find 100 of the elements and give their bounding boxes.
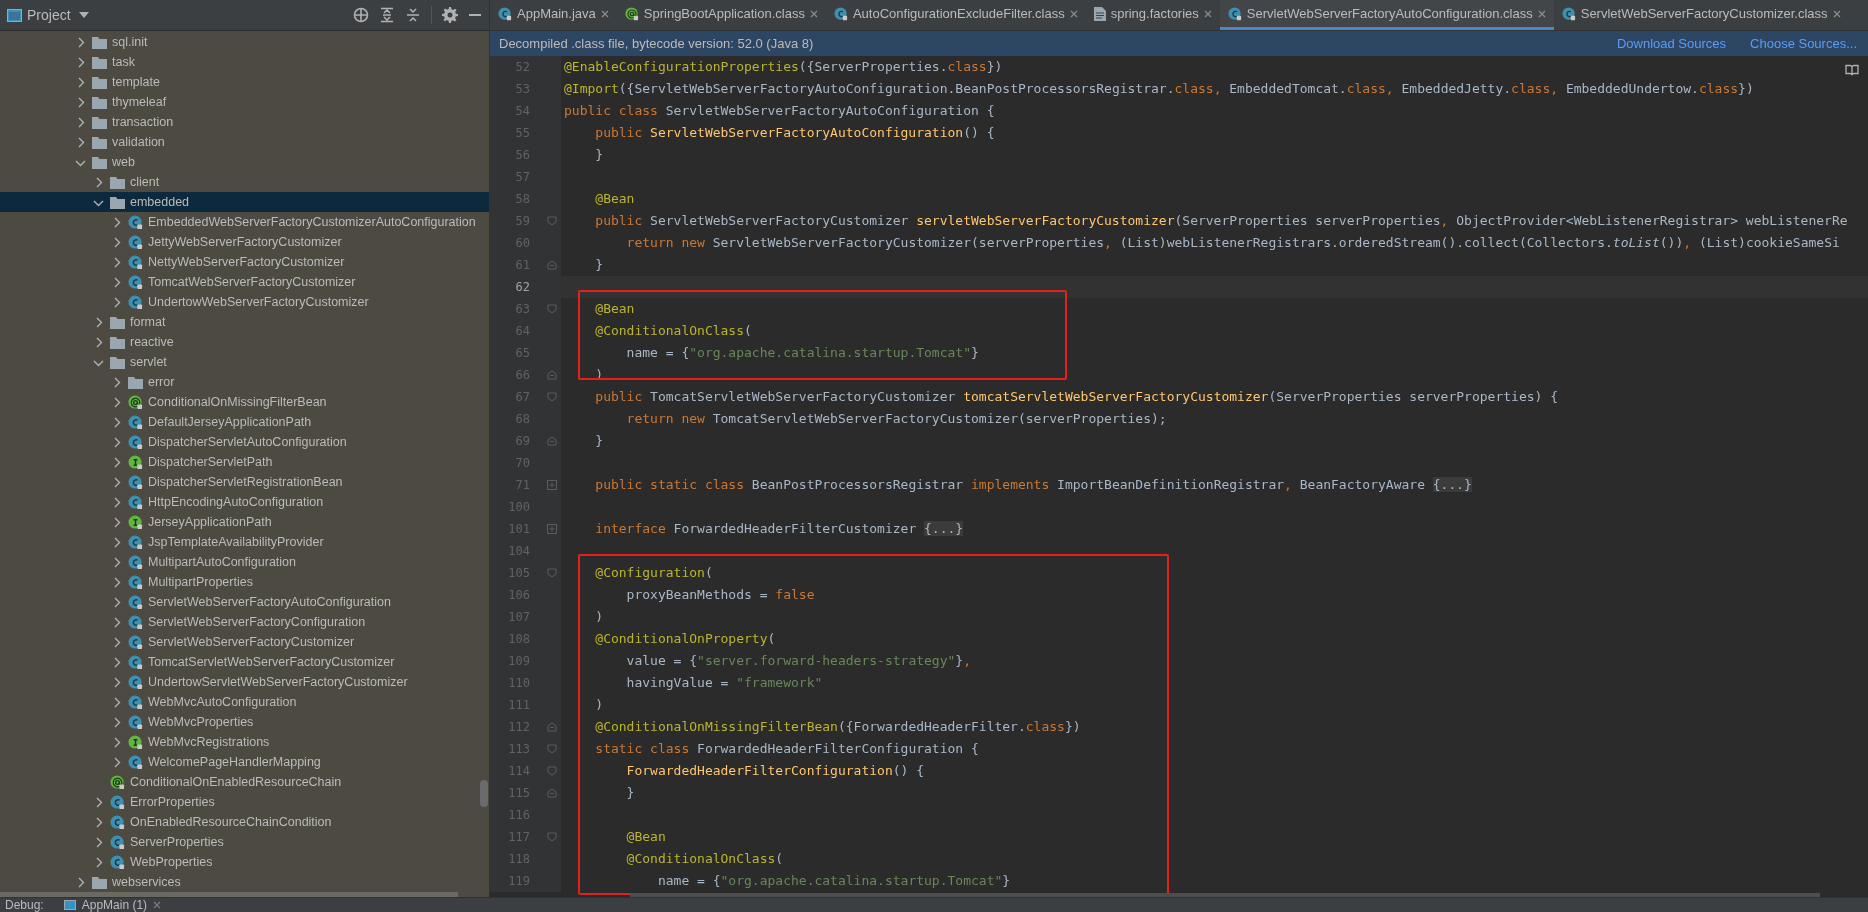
collapse-all-icon[interactable]	[405, 7, 421, 23]
folder-tree-item[interactable]: client	[0, 172, 489, 192]
close-icon[interactable]	[809, 9, 818, 18]
class-icon	[128, 434, 143, 450]
file-tree-item[interactable]: EmbeddedWebServerFactoryCustomizerAutoConfiguration	[0, 212, 489, 232]
file-tree-item[interactable]: WebMvcRegistrations	[0, 732, 489, 752]
class-icon	[110, 814, 125, 830]
class-icon	[128, 494, 143, 510]
folder-icon	[92, 55, 107, 69]
fold-marker-icon[interactable]	[547, 304, 557, 314]
expand-all-icon[interactable]	[379, 7, 395, 23]
file-tree-item[interactable]: ConditionalOnEnabledResourceChain	[0, 772, 489, 792]
file-tree-item[interactable]: OnEnabledResourceChainCondition	[0, 812, 489, 832]
file-tree-item[interactable]: DefaultJerseyApplicationPath	[0, 412, 489, 432]
scrollbar-thumb[interactable]	[480, 780, 488, 807]
folder-tree-item[interactable]: sql.init	[0, 32, 489, 52]
editor-tab[interactable]: ServletWebServerFactoryCustomizer.class	[1553, 0, 1849, 30]
close-icon[interactable]	[1537, 9, 1546, 18]
class-icon	[128, 634, 143, 650]
file-tree-item[interactable]: TomcatWebServerFactoryCustomizer	[0, 272, 489, 292]
file-tree-item[interactable]: JettyWebServerFactoryCustomizer	[0, 232, 489, 252]
folder-icon	[110, 355, 125, 369]
file-tree-item[interactable]: WebProperties	[0, 852, 489, 872]
file-tree-item[interactable]: WelcomePageHandlerMapping	[0, 752, 489, 772]
folder-tree-item[interactable]: web	[0, 152, 489, 172]
settings-icon[interactable]	[442, 7, 458, 23]
fold-marker-icon[interactable]	[547, 832, 557, 842]
fold-marker-icon[interactable]	[547, 766, 557, 776]
folder-tree-item[interactable]: task	[0, 52, 489, 72]
fold-marker-icon[interactable]	[547, 392, 557, 402]
file-tree-item[interactable]: DispatcherServletAutoConfiguration	[0, 432, 489, 452]
file-tree-item[interactable]: WebMvcProperties	[0, 712, 489, 732]
file-tree-item[interactable]: TomcatServletWebServerFactoryCustomizer	[0, 652, 489, 672]
file-tree-item[interactable]: WebMvcAutoConfiguration	[0, 692, 489, 712]
class-icon	[128, 254, 143, 270]
file-tree-item[interactable]: HttpEncodingAutoConfiguration	[0, 492, 489, 512]
folder-tree-item[interactable]: reactive	[0, 332, 489, 352]
file-tree-item[interactable]: ErrorProperties	[0, 792, 489, 812]
banner-link[interactable]: Download Sources	[1616, 33, 1727, 54]
close-icon[interactable]	[1203, 9, 1212, 18]
class-icon	[110, 794, 125, 810]
file-tree-item[interactable]: ConditionalOnMissingFilterBean	[0, 392, 489, 412]
folder-tree-item[interactable]: validation	[0, 132, 489, 152]
class-icon	[128, 474, 143, 490]
file-tree-item[interactable]: ServletWebServerFactoryConfiguration	[0, 612, 489, 632]
folder-tree-item[interactable]: embedded	[0, 192, 489, 212]
fold-marker-icon[interactable]	[547, 260, 557, 270]
fold-marker-icon[interactable]	[547, 744, 557, 754]
close-icon[interactable]	[600, 9, 609, 18]
class-icon	[110, 834, 125, 850]
editor-tab[interactable]: AutoConfigurationExcludeFilter.class	[825, 0, 1086, 30]
close-icon[interactable]	[1069, 9, 1078, 18]
folder-tree-item[interactable]: error	[0, 372, 489, 392]
reader-mode-icon[interactable]	[1845, 64, 1859, 76]
file-tree-item[interactable]: ServletWebServerFactoryAutoConfiguration	[0, 592, 489, 612]
file-tree-item[interactable]: DispatcherServletPath	[0, 452, 489, 472]
folder-tree-item[interactable]: webservices	[0, 872, 489, 892]
scrollbar-thumb[interactable]	[0, 892, 458, 897]
interface-icon	[128, 454, 143, 470]
file-tree-item[interactable]: MultipartProperties	[0, 572, 489, 592]
file-tree-item[interactable]: UndertowWebServerFactoryCustomizer	[0, 292, 489, 312]
class-icon	[128, 654, 143, 670]
folder-tree-item[interactable]: template	[0, 72, 489, 92]
debug-session-tab[interactable]: AppMain (1)	[63, 899, 162, 911]
editor-tab[interactable]: spring.factories	[1085, 0, 1220, 30]
file-tree-item[interactable]: MultipartAutoConfiguration	[0, 552, 489, 572]
editor-tab[interactable]: AppMain.java	[490, 0, 617, 30]
file-tree-item[interactable]: JspTemplateAvailabilityProvider	[0, 532, 489, 552]
fold-marker-icon[interactable]	[547, 788, 557, 798]
file-tree-item[interactable]: UndertowServletWebServerFactoryCustomizer	[0, 672, 489, 692]
project-view-dropdown[interactable]: Project	[27, 4, 89, 26]
editor-tab[interactable]: SpringBootApplication.class	[616, 0, 826, 30]
folder-tree-item[interactable]: thymeleaf	[0, 92, 489, 112]
folder-icon	[92, 875, 107, 889]
file-tree-item[interactable]: NettyWebServerFactoryCustomizer	[0, 252, 489, 272]
folder-tree-item[interactable]: servlet	[0, 352, 489, 372]
folder-tree-item[interactable]: format	[0, 312, 489, 332]
caret-icon[interactable]	[78, 12, 89, 18]
file-tree-item[interactable]: DispatcherServletRegistrationBean	[0, 472, 489, 492]
fold-marker-icon[interactable]	[547, 568, 557, 578]
crosshair-icon[interactable]	[353, 7, 369, 23]
code-line: name = {"org.apache.catalina.startup.Tomcat"}	[656, 872, 1011, 891]
fold-marker-icon[interactable]	[547, 216, 557, 226]
close-icon[interactable]	[1832, 9, 1841, 18]
folder-icon	[92, 35, 107, 49]
file-tree-item[interactable]: JerseyApplicationPath	[0, 512, 489, 532]
fold-marker-icon[interactable]	[547, 436, 557, 446]
class-icon	[128, 614, 143, 630]
file-tree-item[interactable]: ServletWebServerFactoryCustomizer	[0, 632, 489, 652]
class-icon	[128, 754, 143, 770]
fold-marker-icon[interactable]	[547, 722, 557, 732]
folder-tree-item[interactable]: transaction	[0, 112, 489, 132]
fold-marker-icon[interactable]	[547, 370, 557, 380]
editor-tab[interactable]: ServletWebServerFactoryAutoConfiguration.class	[1219, 0, 1554, 30]
class-icon	[128, 294, 143, 310]
file-tree-item[interactable]: ServerProperties	[0, 832, 489, 852]
class-icon	[128, 554, 143, 570]
close-icon[interactable]	[153, 901, 162, 909]
banner-link[interactable]: Choose Sources...	[1750, 33, 1857, 54]
code-line: return new ServletWebServerFactoryCustomizer(serverProperties, (List)webListenerRegistrars.orderedStream().collect(Collectors.toList()), (List)cookieSameSi	[625, 234, 1840, 253]
